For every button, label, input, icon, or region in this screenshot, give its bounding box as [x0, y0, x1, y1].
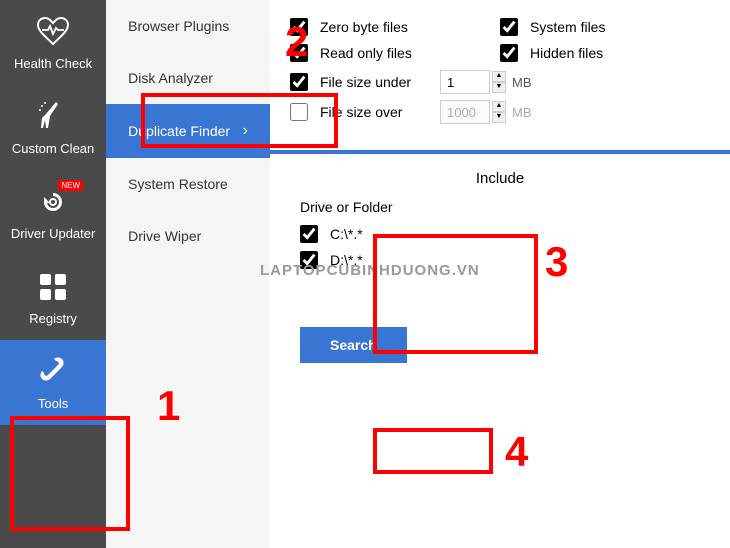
sidebar-item-health-check[interactable]: Health Check — [0, 0, 106, 85]
include-title: Include — [270, 154, 730, 199]
sidebar-label: Health Check — [14, 56, 92, 71]
chevron-right-icon: › — [243, 122, 248, 140]
sidebar-label: Registry — [29, 311, 77, 326]
unit-label: MB — [512, 105, 532, 120]
checkbox[interactable] — [290, 73, 308, 91]
check-label: File size under — [320, 74, 411, 90]
spinner: ▲▼ — [492, 101, 506, 123]
main-sidebar: Health Check Custom Clean NEW Driver Upd… — [0, 0, 106, 548]
spin-up-icon[interactable]: ▲ — [492, 101, 506, 112]
spin-down-icon[interactable]: ▼ — [492, 112, 506, 123]
sidebar-item-driver-updater[interactable]: NEW Driver Updater — [0, 170, 106, 255]
check-hidden-files[interactable]: Hidden files — [500, 44, 710, 62]
drive-item-c[interactable]: C:\*.* — [300, 225, 700, 243]
check-zero-byte[interactable]: Zero byte files — [290, 18, 500, 36]
submenu-label: System Restore — [128, 176, 228, 192]
check-size-under[interactable]: File size under — [290, 73, 430, 91]
main-content: Zero byte files System files Read only f… — [270, 0, 730, 548]
checkbox[interactable] — [290, 103, 308, 121]
submenu-label: Drive Wiper — [128, 228, 201, 244]
checkbox[interactable] — [290, 44, 308, 62]
submenu-disk-analyzer[interactable]: Disk Analyzer — [106, 52, 270, 104]
spin-up-icon[interactable]: ▲ — [492, 71, 506, 82]
drive-path: C:\*.* — [330, 226, 363, 242]
spin-down-icon[interactable]: ▼ — [492, 82, 506, 93]
check-label: File size over — [320, 104, 402, 120]
drive-item-d[interactable]: D:\*.* — [300, 251, 700, 269]
check-label: Hidden files — [530, 45, 603, 61]
submenu-label: Disk Analyzer — [128, 70, 213, 86]
check-label: Zero byte files — [320, 19, 408, 35]
sidebar-label: Custom Clean — [12, 141, 94, 156]
submenu-label: Duplicate Finder — [128, 123, 230, 139]
grid-icon — [33, 269, 73, 305]
drive-folder-label: Drive or Folder — [300, 199, 700, 215]
submenu-label: Browser Plugins — [128, 18, 229, 34]
sidebar-label: Driver Updater — [11, 226, 96, 241]
heart-pulse-icon — [33, 14, 73, 50]
submenu-duplicate-finder[interactable]: Duplicate Finder › — [106, 104, 270, 158]
check-system-files[interactable]: System files — [500, 18, 710, 36]
gear-refresh-icon: NEW — [33, 184, 73, 220]
size-over-input[interactable] — [440, 100, 490, 124]
check-read-only[interactable]: Read only files — [290, 44, 500, 62]
new-badge: NEW — [58, 180, 83, 191]
checkbox[interactable] — [500, 18, 518, 36]
spinner: ▲▼ — [492, 71, 506, 93]
sidebar-item-registry[interactable]: Registry — [0, 255, 106, 340]
tools-submenu: Browser Plugins Disk Analyzer Duplicate … — [106, 0, 270, 548]
search-button[interactable]: Search — [300, 327, 407, 363]
sidebar-item-custom-clean[interactable]: Custom Clean — [0, 85, 106, 170]
sidebar-item-tools[interactable]: Tools — [0, 340, 106, 425]
submenu-browser-plugins[interactable]: Browser Plugins — [106, 0, 270, 52]
broom-icon — [33, 99, 73, 135]
sidebar-label: Tools — [38, 396, 68, 411]
checkbox[interactable] — [300, 225, 318, 243]
checkbox[interactable] — [500, 44, 518, 62]
check-label: Read only files — [320, 45, 412, 61]
submenu-system-restore[interactable]: System Restore — [106, 158, 270, 210]
drive-path: D:\*.* — [330, 252, 363, 268]
wrench-icon — [33, 354, 73, 390]
checkbox[interactable] — [290, 18, 308, 36]
size-under-input[interactable] — [440, 70, 490, 94]
check-size-over[interactable]: File size over — [290, 103, 430, 121]
check-label: System files — [530, 19, 605, 35]
unit-label: MB — [512, 75, 532, 90]
submenu-drive-wiper[interactable]: Drive Wiper — [106, 210, 270, 262]
checkbox[interactable] — [300, 251, 318, 269]
